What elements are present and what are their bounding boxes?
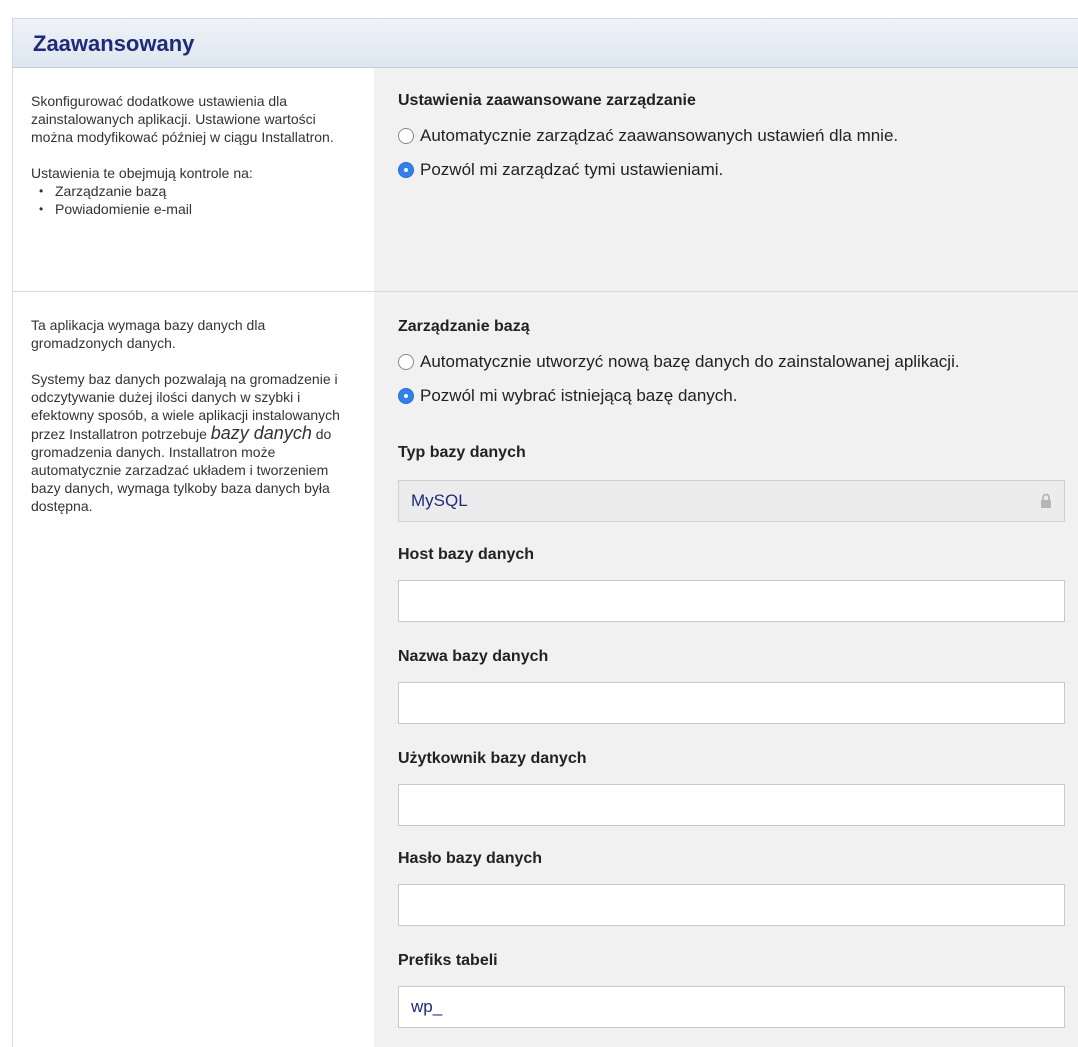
radio-label: Pozwól mi wybrać istniejącą bazę danych. [420,386,738,405]
db-password-input[interactable] [398,884,1065,926]
advanced-controls-list: Zarządzanie bazą Powiadomienie e-mail [31,182,356,218]
db-type-value: MySQL [411,491,468,510]
db-host-input[interactable] [398,580,1065,622]
db-password-label: Hasło bazy danych [398,850,543,867]
db-name-label: Nazwa bazy danych [398,648,549,665]
radio-button-selected[interactable] [398,162,414,178]
db-host-label: Host bazy danych [398,546,535,563]
database-description: Ta aplikacja wymaga bazy danych dla grom… [13,292,374,1047]
section-header: Zaawansowany [12,18,1078,68]
database-section: Ta aplikacja wymaga bazy danych dla grom… [12,292,1078,1047]
list-item: Powiadomienie e-mail [39,200,356,218]
advanced-settings-title: Ustawienia zaawansowane zarządzanie [398,92,696,109]
radio-label: Automatycznie utworzyć nową bazę danych … [420,352,960,371]
db-user-label: Użytkownik bazy danych [398,750,587,767]
radio-manual-manage[interactable]: Pozwól mi zarządzać tymi ustawieniami. [398,160,723,180]
radio-label: Pozwól mi zarządzać tymi ustawieniami. [420,160,724,179]
radio-label: Automatycznie zarządzać zaawansowanych u… [420,126,899,145]
lock-icon [1041,493,1051,508]
advanced-controls-intro: Ustawienia te obejmują kontrole na: [31,165,253,181]
advanced-settings-section: Skonfigurować dodatkowe ustawienia dla z… [12,68,1078,292]
radio-choose-existing-db[interactable]: Pozwól mi wybrać istniejącą bazę danych. [398,386,737,406]
database-management-title: Zarządzanie bazą [398,318,530,335]
radio-button-selected[interactable] [398,388,414,404]
database-panel: Zarządzanie bazą Automatycznie utworzyć … [374,292,1078,1047]
list-item: Zarządzanie bazą [39,182,356,200]
db-type-label: Typ bazy danych [398,444,526,461]
database-description-text: Ta aplikacja wymaga bazy danych dla grom… [31,317,266,351]
db-user-input[interactable] [398,784,1065,826]
radio-button-unselected[interactable] [398,354,414,370]
advanced-settings-description: Skonfigurować dodatkowe ustawienia dla z… [13,68,374,291]
advanced-settings-panel: Ustawienia zaawansowane zarządzanie Auto… [374,68,1078,291]
db-name-input[interactable] [398,682,1065,724]
radio-button-unselected[interactable] [398,128,414,144]
database-emphasis: bazy danych [210,423,312,443]
table-prefix-label: Prefiks tabeli [398,952,498,969]
db-type-field: MySQL [398,480,1065,522]
table-prefix-input[interactable]: wp_ [398,986,1065,1028]
radio-auto-manage[interactable]: Automatycznie zarządzać zaawansowanych u… [398,126,898,146]
radio-auto-create-db[interactable]: Automatycznie utworzyć nową bazę danych … [398,352,960,372]
page-title: Zaawansowany [33,31,195,56]
advanced-description-text: Skonfigurować dodatkowe ustawienia dla z… [31,93,334,145]
database-systems-text: Systemy baz danych pozwalają na gromadze… [31,370,356,515]
